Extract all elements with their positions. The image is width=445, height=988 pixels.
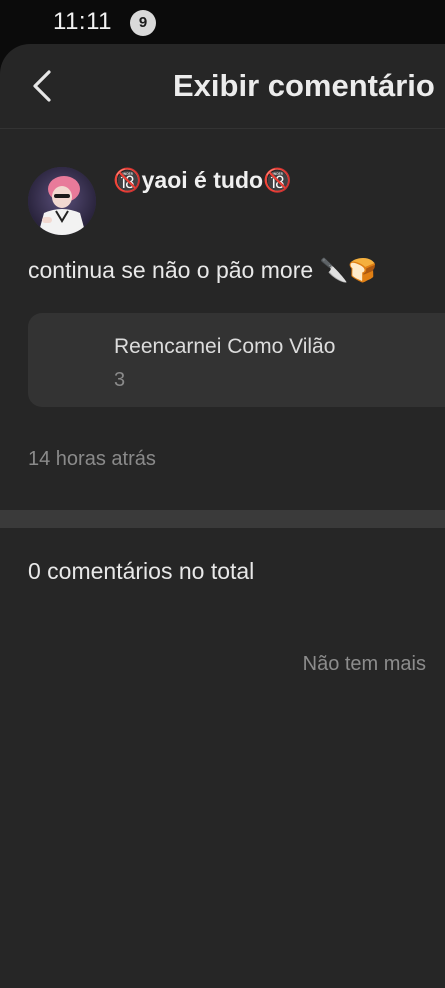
back-button[interactable]: [22, 64, 62, 108]
avatar[interactable]: [28, 167, 96, 235]
avatar-image: [28, 167, 96, 235]
post-text: continua se não o pão more 🔪🍞: [28, 257, 377, 283]
status-bar: 11:11 9: [0, 0, 445, 44]
work-chapter: 3: [114, 369, 126, 391]
comment-sheet: Exibir comentário 🔞yaoi é tudo🔞 continua…: [0, 44, 445, 988]
page-title: Exibir comentário: [173, 68, 435, 103]
work-title: Reencarnei Como Vilão: [114, 335, 336, 358]
chevron-left-icon: [33, 70, 51, 102]
username[interactable]: 🔞yaoi é tudo🔞: [113, 167, 292, 194]
status-time: 11:11: [53, 8, 112, 35]
no-more-label: Não tem mais: [302, 653, 426, 675]
post-time: 14 horas atrás: [28, 448, 156, 470]
comments-total: 0 comentários no total: [28, 558, 255, 584]
header: Exibir comentário: [0, 44, 445, 129]
notification-count-badge: 9: [130, 10, 156, 36]
work-card[interactable]: Reencarnei Como Vilão 3: [28, 313, 445, 407]
section-divider: [0, 510, 445, 528]
